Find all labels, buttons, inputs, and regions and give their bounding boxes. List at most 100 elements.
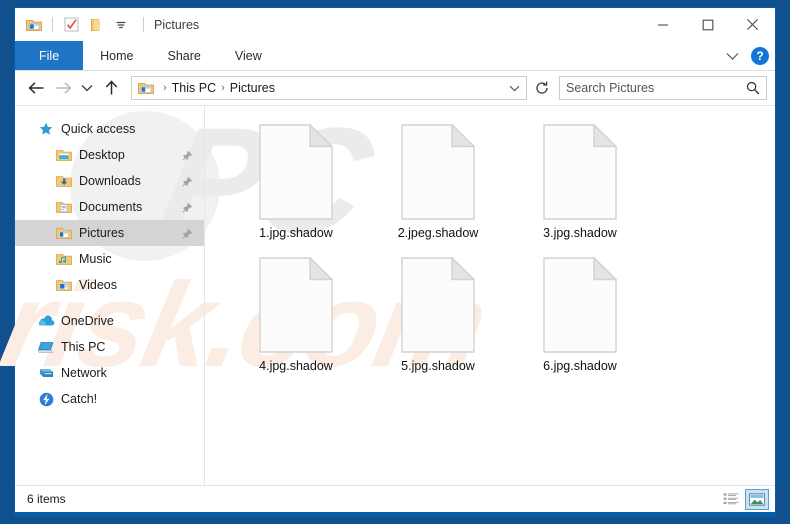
breadcrumb-separator: › bbox=[163, 82, 167, 94]
sidebar-item-label: OneDrive bbox=[61, 314, 114, 328]
chevron-down-icon[interactable] bbox=[722, 52, 743, 61]
catch-app-icon bbox=[37, 392, 55, 407]
file-item[interactable]: 6.jpg.shadow bbox=[509, 253, 651, 386]
sidebar-item-label: This PC bbox=[61, 340, 106, 354]
toolbar-divider bbox=[52, 17, 53, 32]
downloads-folder-icon bbox=[55, 174, 73, 188]
file-name-label: 4.jpg.shadow bbox=[259, 359, 333, 373]
tab-home[interactable]: Home bbox=[83, 41, 150, 70]
search-box[interactable] bbox=[559, 76, 767, 100]
file-item[interactable]: 2.jpeg.shadow bbox=[367, 120, 509, 253]
sidebar-item-downloads[interactable]: Downloads bbox=[15, 168, 205, 194]
blank-document-icon bbox=[401, 124, 475, 220]
sidebar-item-network[interactable]: Network bbox=[15, 360, 205, 386]
file-name-label: 3.jpg.shadow bbox=[543, 226, 617, 240]
sidebar-item-quick-access[interactable]: Quick access bbox=[15, 116, 205, 142]
breadcrumb-item-this-pc[interactable]: This PC bbox=[172, 81, 216, 95]
pin-icon[interactable] bbox=[182, 176, 193, 187]
file-name-label: 1.jpg.shadow bbox=[259, 226, 333, 240]
tab-share[interactable]: Share bbox=[151, 41, 218, 70]
navigation-pane: Quick access Desktop Downloads Documents… bbox=[15, 106, 205, 485]
breadcrumb-separator: › bbox=[221, 82, 225, 94]
sidebar-item-pictures[interactable]: Pictures bbox=[15, 220, 205, 246]
sidebar-item-label: Desktop bbox=[79, 148, 125, 162]
blank-document-icon bbox=[259, 124, 333, 220]
sidebar-item-label: Catch! bbox=[61, 392, 98, 406]
window-title: Pictures bbox=[154, 17, 200, 32]
tab-file[interactable]: File bbox=[15, 41, 84, 70]
sidebar-item-label: Downloads bbox=[79, 174, 141, 188]
window-controls bbox=[640, 8, 775, 41]
blank-document-icon bbox=[543, 124, 617, 220]
blank-document-icon bbox=[401, 257, 475, 353]
sidebar-item-label: Network bbox=[61, 366, 107, 380]
onedrive-cloud-icon bbox=[37, 315, 55, 327]
caret-down-icon[interactable] bbox=[110, 14, 132, 36]
desktop-folder-icon bbox=[55, 148, 73, 162]
breadcrumb[interactable]: › This PC › Pictures bbox=[131, 76, 527, 100]
explorer-properties-icon[interactable] bbox=[23, 14, 45, 36]
sidebar-item-documents[interactable]: Documents bbox=[15, 194, 205, 220]
file-explorer-window: Pictures File Home Share View ? › This P… bbox=[0, 7, 776, 517]
details-view-button[interactable] bbox=[719, 489, 743, 510]
sidebar-item-catch[interactable]: Catch! bbox=[15, 386, 205, 412]
breadcrumb-item-pictures[interactable]: Pictures bbox=[230, 81, 275, 95]
this-pc-icon bbox=[37, 341, 55, 354]
search-icon[interactable] bbox=[746, 81, 760, 95]
sidebar-item-this-pc[interactable]: This PC bbox=[15, 334, 205, 360]
explorer-body: PC risk.com Quick access bbox=[0, 96, 775, 485]
sidebar-item-label: Videos bbox=[79, 278, 117, 292]
blank-document-icon bbox=[259, 257, 333, 353]
file-name-label: 6.jpg.shadow bbox=[543, 359, 617, 373]
file-name-label: 2.jpeg.shadow bbox=[397, 226, 479, 240]
sidebar-item-music[interactable]: Music bbox=[15, 246, 205, 272]
item-count-label: 6 items bbox=[27, 492, 66, 506]
close-button[interactable] bbox=[730, 8, 775, 41]
sidebar-item-label: Quick access bbox=[61, 122, 136, 136]
network-icon bbox=[37, 367, 55, 380]
refresh-button[interactable] bbox=[530, 76, 554, 100]
file-list-pane[interactable]: 1.jpg.shadow 2.jpeg.shadow 3.jpg.shadow … bbox=[205, 106, 775, 485]
search-input[interactable] bbox=[566, 81, 746, 95]
pin-icon[interactable] bbox=[182, 150, 193, 161]
pictures-folder-icon bbox=[138, 81, 154, 95]
pin-icon[interactable] bbox=[182, 202, 193, 213]
minimize-button[interactable] bbox=[640, 8, 685, 41]
chevron-down-icon[interactable] bbox=[501, 85, 520, 92]
ribbon-controls: ? bbox=[722, 41, 769, 71]
title-divider bbox=[143, 17, 144, 32]
checkbox-icon[interactable] bbox=[60, 14, 82, 36]
large-icons-view-button[interactable] bbox=[745, 488, 769, 510]
videos-folder-icon bbox=[55, 278, 73, 292]
sidebar-item-label: Pictures bbox=[79, 226, 125, 240]
pin-icon[interactable] bbox=[182, 228, 193, 239]
recent-locations-button[interactable] bbox=[77, 75, 97, 101]
view-toggle-group bbox=[719, 488, 769, 510]
forward-button[interactable] bbox=[50, 75, 76, 101]
tab-view[interactable]: View bbox=[218, 41, 279, 70]
status-bar: 6 items bbox=[15, 485, 775, 512]
file-name-label: 5.jpg.shadow bbox=[401, 359, 475, 373]
file-item[interactable]: 1.jpg.shadow bbox=[225, 120, 367, 253]
ribbon-tab-bar: File Home Share View ? bbox=[15, 41, 775, 71]
pictures-folder-icon bbox=[55, 226, 73, 240]
sidebar-item-desktop[interactable]: Desktop bbox=[15, 142, 205, 168]
sidebar-item-videos[interactable]: Videos bbox=[15, 272, 205, 298]
title-bar: Pictures bbox=[15, 8, 775, 41]
folder-icon[interactable] bbox=[85, 14, 107, 36]
window-bottom-accent bbox=[15, 512, 775, 516]
file-item[interactable]: 3.jpg.shadow bbox=[509, 120, 651, 253]
file-item[interactable]: 5.jpg.shadow bbox=[367, 253, 509, 386]
documents-folder-icon bbox=[55, 200, 73, 214]
up-button[interactable] bbox=[98, 75, 124, 101]
address-bar: › This PC › Pictures bbox=[15, 71, 775, 105]
maximize-button[interactable] bbox=[685, 8, 730, 41]
blank-document-icon bbox=[543, 257, 617, 353]
back-button[interactable] bbox=[23, 75, 49, 101]
music-folder-icon bbox=[55, 252, 73, 266]
sidebar-item-onedrive[interactable]: OneDrive bbox=[15, 308, 205, 334]
file-item[interactable]: 4.jpg.shadow bbox=[225, 253, 367, 386]
quick-access-toolbar bbox=[15, 14, 144, 36]
help-button[interactable]: ? bbox=[751, 47, 769, 65]
